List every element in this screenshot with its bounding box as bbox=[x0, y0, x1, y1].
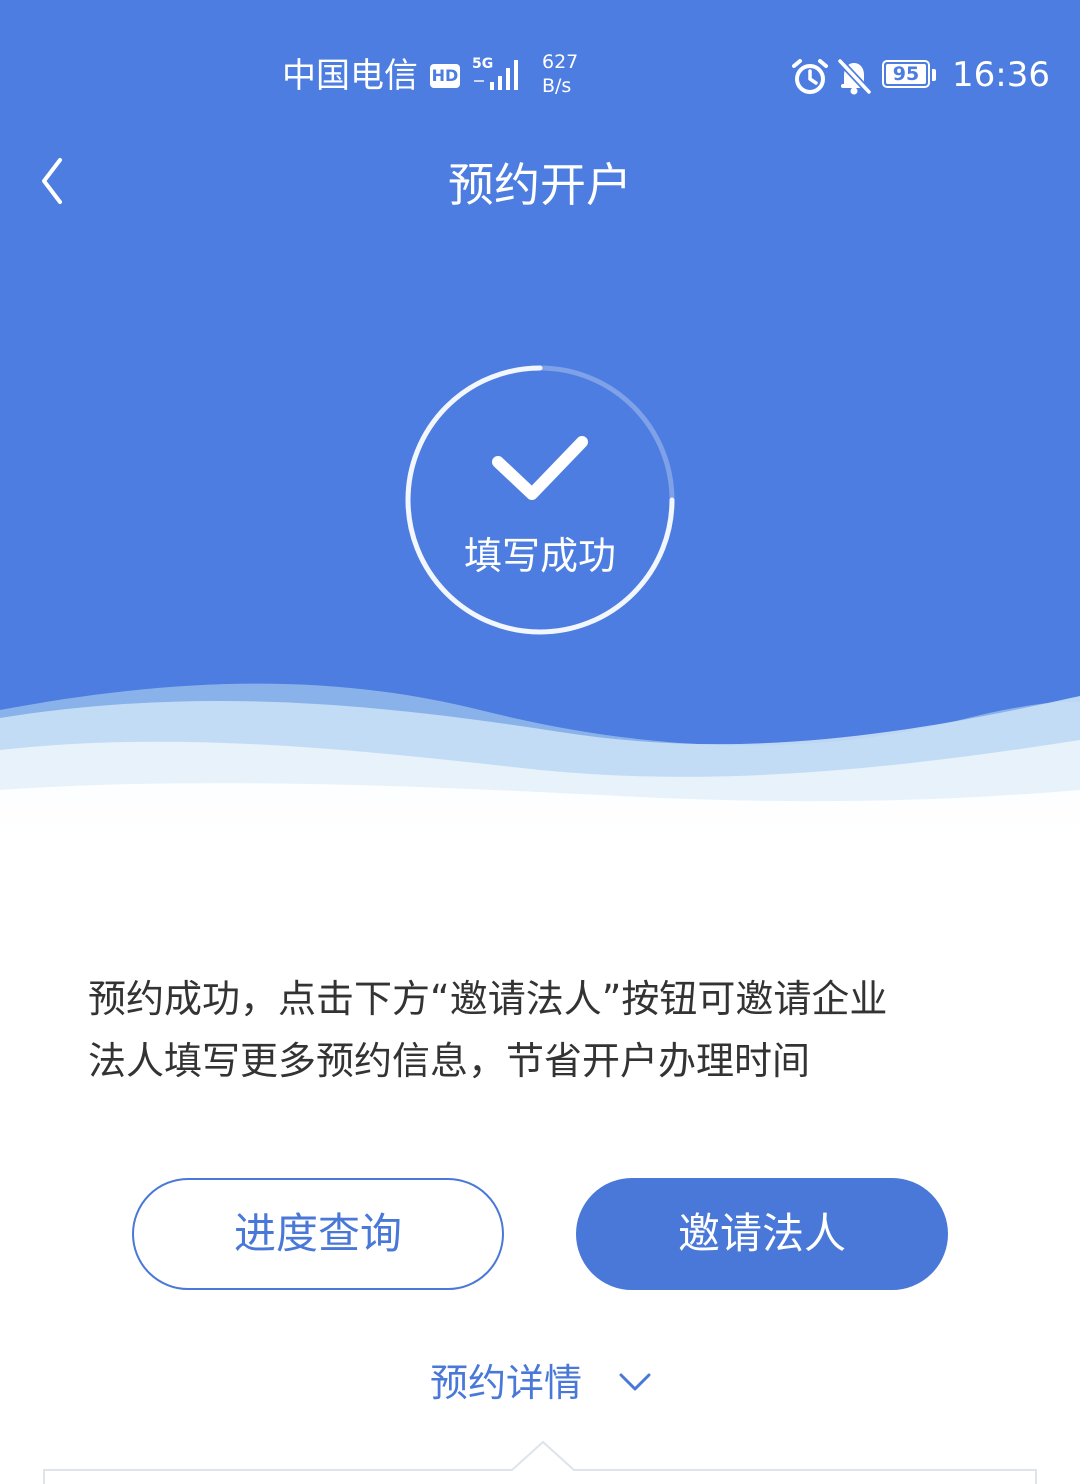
hero-header: 中国电信 HD 5G 627 B/s 95 16:36 预约开户 填写成功 bbox=[0, 0, 1080, 880]
reservation-success-page: 中国电信 HD 5G 627 B/s 95 16:36 预约开户 填写成功 预约… bbox=[0, 0, 1080, 1484]
chevron-left-icon bbox=[42, 158, 62, 204]
chevron-down-icon bbox=[619, 1373, 651, 1391]
bell-off-icon bbox=[837, 58, 872, 95]
clock: 16:36 bbox=[952, 55, 1050, 95]
hd-badge: HD bbox=[430, 64, 460, 88]
back-button[interactable] bbox=[26, 146, 86, 216]
signal-icon: 5G bbox=[472, 56, 518, 90]
carrier-name: 中国电信 bbox=[282, 56, 418, 96]
check-icon bbox=[492, 436, 588, 500]
battery-level: 95 bbox=[892, 63, 920, 85]
network-speed: 627 B/s bbox=[542, 50, 586, 98]
success-message-line-1: 预约成功，点击下方“邀请法人”按钮可邀请企业 bbox=[88, 977, 888, 1021]
reservation-details-panel bbox=[43, 1440, 1037, 1484]
progress-query-button[interactable]: 进度查询 bbox=[132, 1178, 504, 1290]
success-label: 填写成功 bbox=[463, 534, 616, 578]
wave-decoration bbox=[0, 683, 1080, 880]
status-bar: 中国电信 HD 5G 627 B/s 95 16:36 bbox=[0, 40, 1080, 112]
network-speed-value: 627 bbox=[542, 51, 579, 73]
invite-legal-person-button[interactable]: 邀请法人 bbox=[576, 1178, 948, 1290]
reservation-details-label: 预约详情 bbox=[430, 1361, 583, 1405]
page-title: 预约开户 bbox=[448, 158, 632, 212]
alarm-icon bbox=[792, 59, 828, 94]
network-type-label: 5G bbox=[472, 56, 493, 72]
network-speed-unit: B/s bbox=[542, 75, 572, 97]
reservation-details-toggle[interactable]: 预约详情 bbox=[420, 1352, 660, 1414]
battery-icon: 95 bbox=[882, 60, 936, 90]
success-ring bbox=[405, 365, 675, 635]
success-message-line-2: 法人填写更多预约信息，节省开户办理时间 bbox=[88, 1039, 811, 1083]
success-message: 预约成功，点击下方“邀请法人”按钮可邀请企业 法人填写更多预约信息，节省开户办理… bbox=[88, 968, 998, 1092]
